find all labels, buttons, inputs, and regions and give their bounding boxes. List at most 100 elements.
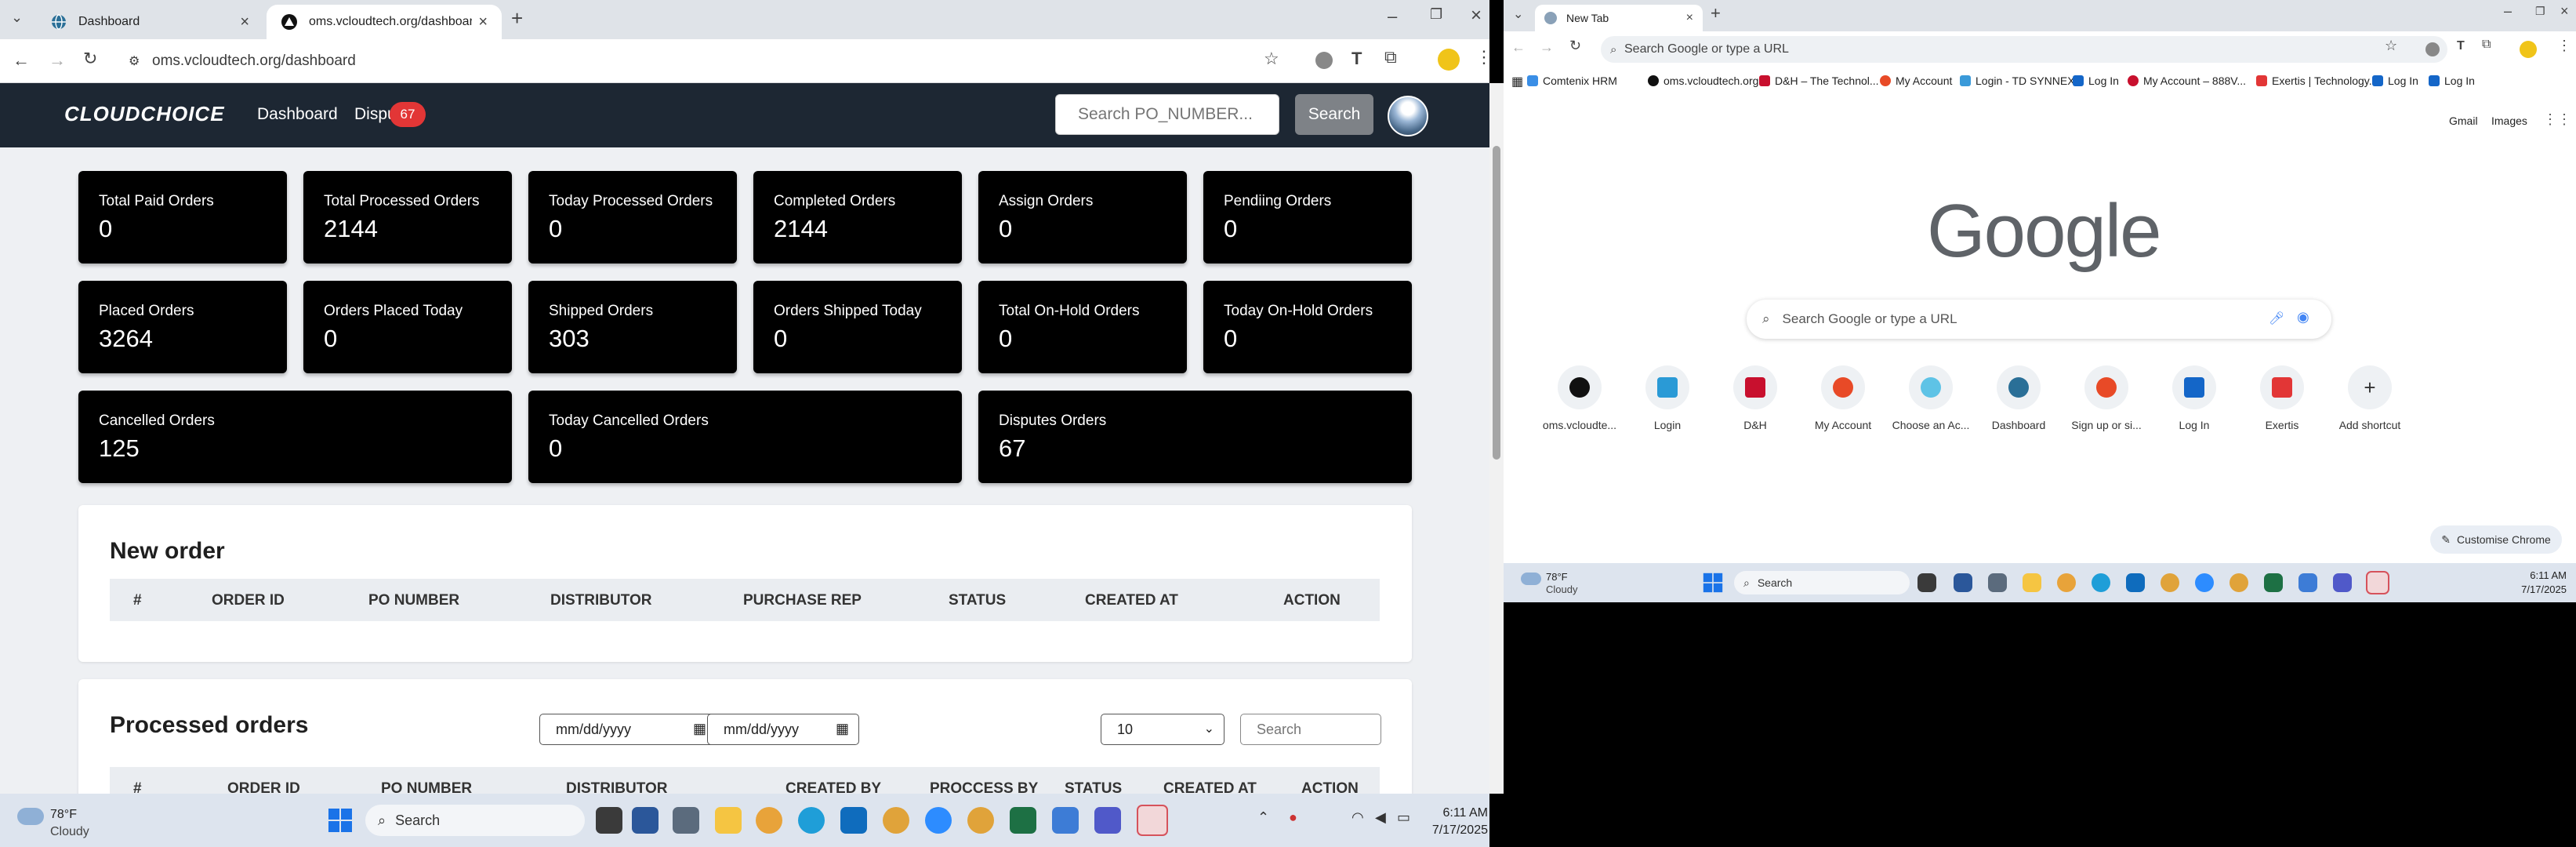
bookmark-item[interactable]: D&H – The Technol... — [1759, 75, 1879, 87]
tab-dashboard[interactable]: Dashboard × — [36, 5, 263, 39]
back-icon[interactable]: ← — [1511, 39, 1526, 56]
tab-search-chevron-icon[interactable]: ⌄ — [1513, 6, 1523, 22]
address-bar[interactable]: ⚙ oms.vcloudtech.org/dashboard — [118, 45, 1333, 77]
bookmark-item[interactable]: Comtenix HRM — [1527, 75, 1617, 87]
weather-temp[interactable]: 78°F — [50, 808, 77, 822]
apps-grid-icon[interactable]: ▦ — [1511, 74, 1523, 89]
bookmark-item[interactable]: My Account — [1880, 75, 1952, 87]
stat-card[interactable]: Orders Placed Today 0 — [303, 281, 512, 373]
shortcut-tile[interactable]: Sign up or si... — [2063, 365, 2150, 431]
tray-app-icon[interactable]: ● — [1289, 809, 1297, 826]
extension-icon[interactable] — [2425, 42, 2440, 56]
nav-dashboard[interactable]: Dashboard — [257, 105, 338, 124]
reload-icon[interactable]: ↻ — [83, 49, 97, 69]
outlook-icon[interactable] — [840, 807, 867, 834]
file-explorer-icon[interactable] — [715, 807, 742, 834]
minimize-icon[interactable]: – — [2504, 3, 2512, 20]
calendar-icon[interactable]: ▦ — [836, 721, 849, 737]
forward-icon[interactable]: → — [1540, 39, 1554, 56]
volume-icon[interactable]: ◀ — [1375, 809, 1386, 826]
restore-icon[interactable]: ❐ — [1430, 6, 1442, 23]
stat-card[interactable]: Disputes Orders 67 — [978, 391, 1412, 483]
chrome-icon[interactable] — [967, 807, 994, 834]
gmail-link[interactable]: Gmail — [2449, 115, 2478, 127]
menu-kebab-icon[interactable]: ⋮ — [2557, 38, 2571, 54]
chrome-icon[interactable] — [2161, 573, 2179, 592]
weather-temp[interactable]: 78°F — [1546, 571, 1568, 583]
lens-icon[interactable]: ◉ — [2297, 309, 2309, 325]
stat-card[interactable]: Today On-Hold Orders 0 — [1203, 281, 1412, 373]
bookmark-item[interactable]: My Account – 888V... — [2128, 75, 2246, 87]
teams-icon[interactable] — [1094, 807, 1121, 834]
chrome-icon[interactable] — [2057, 573, 2076, 592]
zoom-icon[interactable] — [2195, 573, 2214, 592]
site-info-icon[interactable]: ⚙ — [129, 53, 140, 69]
excel-icon[interactable] — [1010, 807, 1036, 834]
bookmark-item[interactable]: oms.vcloudtech.org — [1648, 75, 1758, 87]
stat-card[interactable]: Today Cancelled Orders 0 — [528, 391, 962, 483]
brand-logo[interactable]: CLOUDCHOICE — [64, 102, 225, 126]
sticky-notes-icon[interactable] — [2366, 571, 2389, 594]
teams-icon[interactable] — [2333, 573, 2352, 592]
chrome-icon[interactable] — [756, 807, 782, 834]
stat-card[interactable]: Orders Shipped Today 0 — [753, 281, 962, 373]
taskbar-search[interactable]: ⌕ Search — [1734, 571, 1910, 594]
restore-icon[interactable]: ❐ — [2535, 5, 2545, 18]
images-link[interactable]: Images — [2491, 115, 2527, 127]
wifi-icon[interactable]: ◠ — [1351, 809, 1364, 826]
bookmark-star-icon[interactable]: ☆ — [2385, 38, 2397, 54]
shortcut-tile[interactable]: + Add shortcut — [2327, 365, 2413, 431]
google-apps-icon[interactable]: ⋮⋮ — [2543, 111, 2571, 128]
shortcut-tile[interactable]: Log In — [2151, 365, 2237, 431]
stat-card[interactable]: Today Processed Orders 0 — [528, 171, 737, 264]
user-avatar[interactable] — [1388, 96, 1428, 136]
window-close-icon[interactable]: × — [2560, 3, 2569, 20]
bookmark-item[interactable]: Login - TD SYNNEX — [1960, 75, 2075, 87]
profile-avatar[interactable] — [1438, 49, 1460, 71]
reload-icon[interactable]: ↻ — [1569, 38, 1581, 54]
zoom-icon[interactable] — [925, 807, 952, 834]
task-view-icon[interactable] — [596, 807, 622, 834]
extensions-puzzle-icon[interactable]: ⧉ — [1384, 47, 1397, 67]
calendar-icon[interactable]: ▦ — [693, 721, 706, 737]
file-explorer-icon[interactable] — [2023, 573, 2041, 592]
excel-icon[interactable] — [2264, 573, 2283, 592]
stat-card[interactable]: Total Paid Orders 0 — [78, 171, 287, 264]
stat-card[interactable]: Placed Orders 3264 — [78, 281, 287, 373]
extension-icon[interactable] — [1315, 52, 1333, 69]
shortcut-tile[interactable]: Exertis — [2239, 365, 2325, 431]
chevron-up-icon[interactable]: ⌃ — [1257, 809, 1269, 826]
new-tab-icon[interactable]: + — [1711, 3, 1721, 24]
chrome-icon[interactable] — [883, 807, 909, 834]
paint-icon[interactable] — [2298, 573, 2317, 592]
search-button[interactable]: Search — [1295, 94, 1373, 135]
reading-mode-icon[interactable]: T — [2457, 39, 2465, 53]
minimize-icon[interactable]: – — [1388, 6, 1397, 27]
app-icon[interactable] — [632, 807, 659, 834]
tab-oms-dashboard[interactable]: oms.vcloudtech.org/dashboard × — [267, 5, 502, 39]
calculator-icon[interactable] — [1988, 573, 2007, 592]
edge-icon[interactable] — [798, 807, 825, 834]
shortcut-tile[interactable]: Choose an Ac... — [1888, 365, 1974, 431]
task-view-icon[interactable] — [1917, 573, 1936, 592]
scrollbar-thumb[interactable] — [1493, 146, 1500, 460]
chrome-icon[interactable] — [2230, 573, 2248, 592]
clock-time[interactable]: 6:11 AM — [2488, 569, 2567, 581]
clock-date[interactable]: 7/17/2025 — [2488, 583, 2567, 595]
windows-start-icon[interactable] — [328, 808, 353, 833]
voice-search-icon[interactable]: 🎤︎ — [2269, 311, 2284, 326]
customise-chrome-button[interactable]: ✎ Customise Chrome — [2430, 525, 2562, 554]
page-scrollbar[interactable] — [1489, 83, 1504, 794]
taskbar-search[interactable]: ⌕ Search — [365, 805, 585, 836]
tab-new-tab[interactable]: New Tab × — [1535, 5, 1703, 31]
table-search-input[interactable] — [1240, 714, 1381, 745]
stat-card[interactable]: Total Processed Orders 2144 — [303, 171, 512, 264]
address-bar[interactable]: ⌕ Search Google or type a URL — [1601, 36, 2447, 63]
clock-time[interactable]: 6:11 AM — [1417, 806, 1488, 820]
stat-card[interactable]: Cancelled Orders 125 — [78, 391, 512, 483]
paint-icon[interactable] — [1052, 807, 1079, 834]
date-to-input[interactable]: mm/dd/yyyy ▦ — [707, 714, 859, 745]
shortcut-tile[interactable]: D&H — [1712, 365, 1798, 431]
clock-date[interactable]: 7/17/2025 — [1417, 823, 1488, 838]
new-tab-icon[interactable]: + — [511, 6, 523, 31]
